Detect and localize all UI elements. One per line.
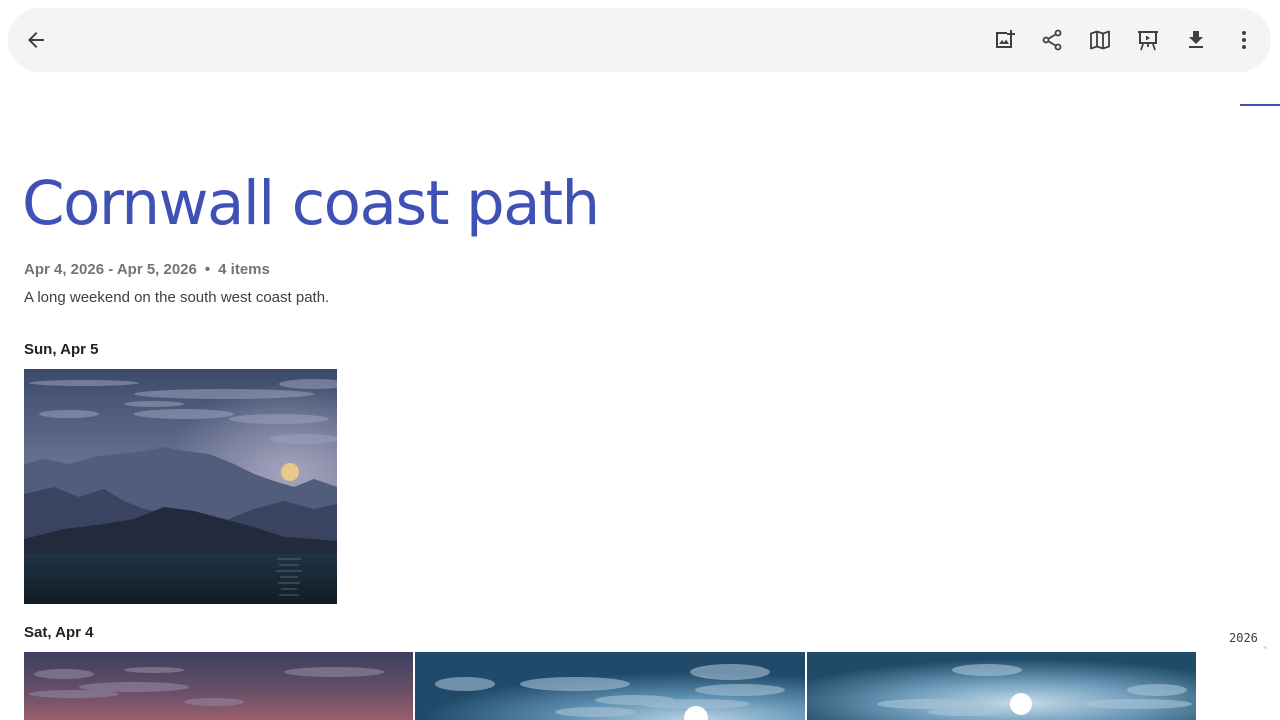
timeline-year-label[interactable]: 2026 [1229,631,1258,645]
album-title[interactable]: Cornwall coast path [22,168,600,240]
scroll-indicator [1240,104,1280,106]
photo-thumbnail[interactable] [807,652,1196,720]
moonlit-clouds-photo [807,652,1196,720]
album-date-range: Apr 4, 2026 - Apr 5, 2026 [24,261,197,278]
top-toolbar [8,8,1271,72]
photo-thumbnail[interactable] [24,652,413,720]
date-header-sat-apr-4: Sat, Apr 4 [24,624,94,641]
meta-separator: • [204,261,211,278]
timeline-dot [1264,646,1267,649]
album-item-count: 4 items [218,261,270,278]
share-button[interactable] [1032,20,1072,60]
album-meta: Apr 4, 2026 - Apr 5, 2026 • 4 items [24,261,270,279]
map-icon [1090,30,1110,50]
more-vert-icon [1242,31,1246,49]
moonlit-sea-photo [415,652,805,720]
add-photos-icon [996,30,1015,48]
download-icon [1189,31,1203,48]
night-mountain-lake-photo [24,369,337,604]
album-description[interactable]: A long weekend on the south west coast p… [24,289,329,307]
back-button[interactable] [16,20,56,60]
photo-thumbnail[interactable] [415,652,805,720]
add-photos-button[interactable] [984,20,1024,60]
sunset-clouds-photo [24,652,413,720]
date-header-sun-apr-5: Sun, Apr 5 [24,341,99,358]
map-button[interactable] [1080,20,1120,60]
slideshow-icon [1138,31,1158,51]
share-icon [1042,29,1062,51]
slideshow-button[interactable] [1128,20,1168,60]
photo-thumbnail[interactable] [24,369,337,604]
more-options-button[interactable] [1224,20,1264,60]
download-button[interactable] [1176,20,1216,60]
back-arrow-icon [28,32,44,48]
